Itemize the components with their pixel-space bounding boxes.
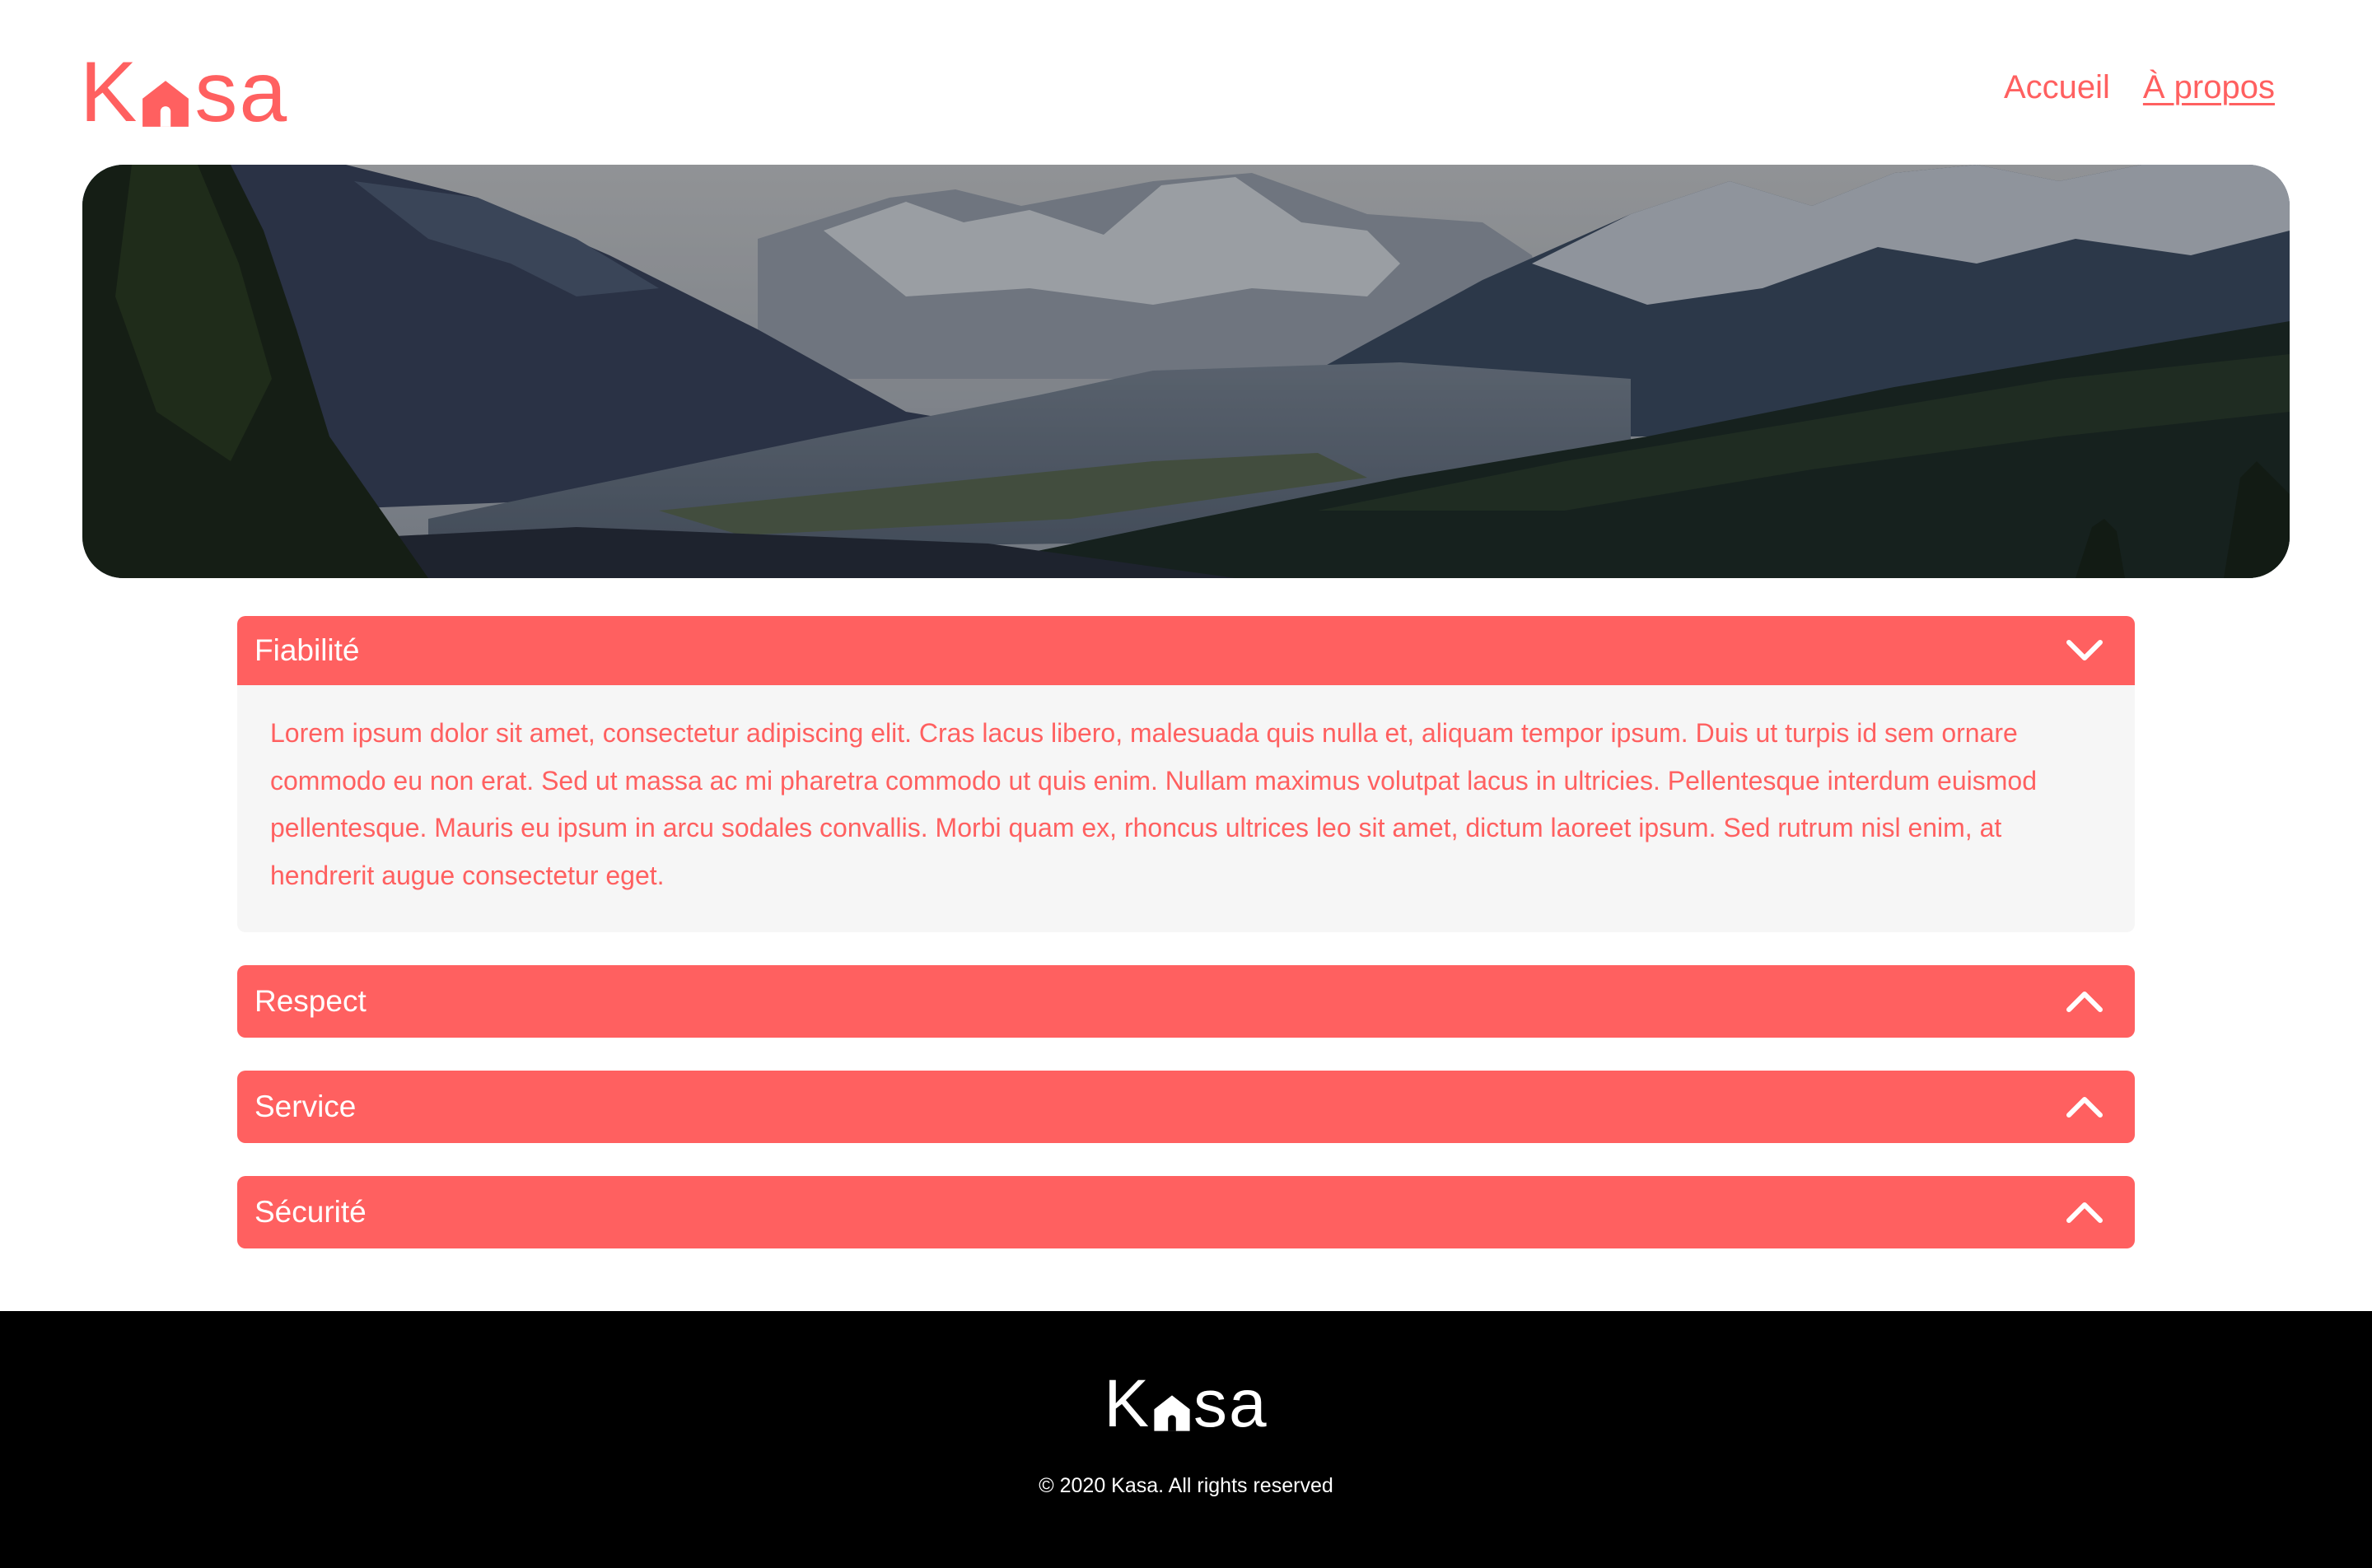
accordion-title: Service xyxy=(254,1090,357,1123)
footer-kasa-logo: K sa xyxy=(1104,1370,1268,1438)
accordion-header-respect[interactable]: Respect xyxy=(237,965,2135,1038)
accordion-title: Fiabilité xyxy=(254,633,360,667)
mountain-landscape-image xyxy=(82,165,2290,578)
copyright-text: © 2020 Kasa. All rights reserved xyxy=(1039,1474,1333,1497)
chevron-up-icon[interactable] xyxy=(2066,982,2104,1020)
main-nav: Accueil À propos xyxy=(2004,63,2275,112)
nav-link-a-propos[interactable]: À propos xyxy=(2143,63,2275,112)
values-accordion: Fiabilité Lorem ipsum dolor sit amet, co… xyxy=(237,616,2135,1281)
accordion-header-securite[interactable]: Sécurité xyxy=(237,1176,2135,1248)
house-icon xyxy=(142,81,189,127)
logo-letters-sa: sa xyxy=(1193,1366,1268,1441)
logo-letter-k: K xyxy=(80,44,139,140)
accordion-item-service: Service xyxy=(237,1071,2135,1143)
chevron-up-icon[interactable] xyxy=(2066,1193,2104,1231)
site-header: K sa Accueil À propos xyxy=(0,0,2372,165)
accordion-content-fiabilite: Lorem ipsum dolor sit amet, consectetur … xyxy=(237,685,2135,932)
kasa-logo[interactable]: K sa xyxy=(80,44,289,140)
logo-letters-sa: sa xyxy=(194,44,289,140)
house-icon xyxy=(1154,1395,1190,1431)
hero-banner-image xyxy=(82,165,2290,578)
accordion-title: Sécurité xyxy=(254,1195,367,1229)
accordion-title: Respect xyxy=(254,984,367,1018)
accordion-item-fiabilite: Fiabilité Lorem ipsum dolor sit amet, co… xyxy=(237,616,2135,932)
nav-link-accueil[interactable]: Accueil xyxy=(2004,63,2110,112)
accordion-item-respect: Respect xyxy=(237,965,2135,1038)
accordion-item-securite: Sécurité xyxy=(237,1176,2135,1248)
accordion-header-service[interactable]: Service xyxy=(237,1071,2135,1143)
site-footer: K sa © 2020 Kasa. All rights reserved xyxy=(0,1311,2372,1568)
chevron-down-icon[interactable] xyxy=(2066,632,2104,670)
logo-letter-k: K xyxy=(1104,1366,1151,1441)
accordion-header-fiabilite[interactable]: Fiabilité xyxy=(237,616,2135,685)
chevron-up-icon[interactable] xyxy=(2066,1088,2104,1126)
